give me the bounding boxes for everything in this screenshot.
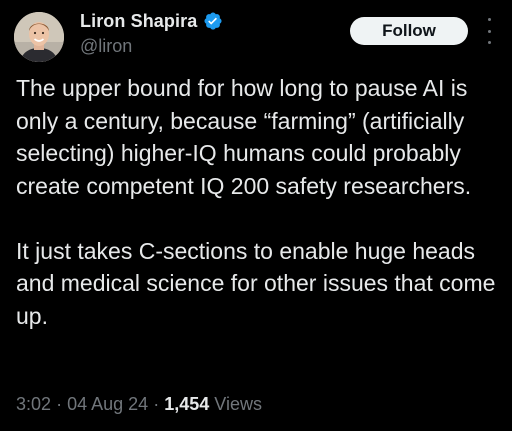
more-dot — [487, 41, 491, 44]
more-dot — [487, 18, 491, 21]
verified-badge-icon — [203, 11, 223, 31]
tweet-meta: 3:02 · 04 Aug 24 · 1,454 Views — [16, 394, 262, 415]
meta-separator: · — [153, 394, 160, 414]
tweet-time[interactable]: 3:02 — [16, 394, 51, 414]
more-dot — [487, 29, 491, 33]
author-handle[interactable]: @liron — [80, 36, 223, 57]
avatar[interactable] — [14, 12, 64, 62]
tweet-card: Liron Shapira @liron Follow The upper bo… — [0, 0, 512, 431]
author-info: Liron Shapira @liron — [80, 10, 223, 57]
tweet-text: The upper bound for how long to pause AI… — [16, 72, 506, 332]
views-count: 1,454 — [164, 394, 210, 414]
tweet-paragraph: The upper bound for how long to pause AI… — [16, 75, 472, 199]
views-label: Views — [214, 394, 262, 414]
tweet-paragraph: It just takes C-sections to enable huge … — [16, 237, 496, 329]
name-row: Liron Shapira — [80, 10, 223, 32]
meta-separator: · — [56, 394, 63, 414]
author-display-name[interactable]: Liron Shapira — [80, 11, 197, 32]
avatar-photo — [14, 12, 64, 62]
tweet-date[interactable]: 04 Aug 24 — [67, 394, 148, 414]
follow-button[interactable]: Follow — [350, 17, 468, 45]
more-vertical-icon[interactable] — [484, 18, 494, 44]
